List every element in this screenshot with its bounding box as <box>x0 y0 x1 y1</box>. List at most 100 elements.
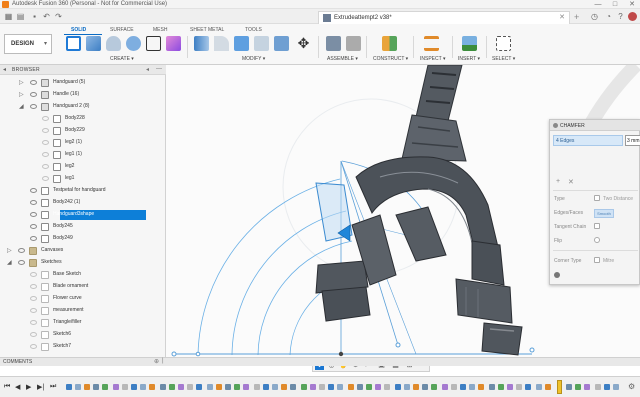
timeline-feature-icon[interactable] <box>604 384 610 390</box>
timeline-feature-icon[interactable] <box>93 384 99 390</box>
timeline-feature-icon[interactable] <box>66 384 72 390</box>
visibility-eye-icon[interactable] <box>30 92 37 97</box>
timeline-feature-icon[interactable] <box>595 384 601 390</box>
browser-pin-icon[interactable]: — <box>156 66 162 72</box>
visibility-eye-icon[interactable] <box>42 152 49 157</box>
timeline-feature-icon[interactable] <box>422 384 428 390</box>
close-tab-icon[interactable]: ✕ <box>559 13 565 21</box>
collapsed-caret-icon[interactable]: ▷ <box>19 79 24 86</box>
visibility-eye-icon[interactable] <box>30 284 37 289</box>
step-back-icon[interactable]: ◀ <box>15 383 20 391</box>
timeline-feature-icon[interactable] <box>84 384 90 390</box>
visibility-eye-icon[interactable] <box>30 212 37 217</box>
assemble-menu[interactable]: ASSEMBLE ▾ <box>327 56 358 62</box>
corner-type-value[interactable]: Mitre <box>603 258 614 264</box>
tree-row[interactable]: Triangle/filler <box>0 317 166 329</box>
tree-row[interactable]: ▷ Handguard (5) <box>0 77 166 89</box>
tree-row[interactable]: Body245 <box>0 221 166 233</box>
visibility-eye-icon[interactable] <box>30 104 37 109</box>
create-menu[interactable]: CREATE ▾ <box>110 56 134 62</box>
expanded-caret-icon[interactable]: ◢ <box>7 259 12 266</box>
timeline-feature-icon[interactable] <box>489 384 495 390</box>
visibility-eye-icon[interactable] <box>42 176 49 181</box>
timeline-feature-icon[interactable] <box>263 384 269 390</box>
timeline-feature-icon[interactable] <box>169 384 175 390</box>
timeline-feature-icon[interactable] <box>451 384 457 390</box>
tree-row[interactable]: leg2 <box>0 161 166 173</box>
timeline-feature-icon[interactable] <box>584 384 590 390</box>
timeline-feature-icon[interactable] <box>328 384 334 390</box>
timeline-feature-icon[interactable] <box>566 384 572 390</box>
timeline-feature-icon[interactable] <box>442 384 448 390</box>
timeline-feature-icon[interactable] <box>525 384 531 390</box>
tab-mesh[interactable]: MESH <box>153 27 167 33</box>
timeline-feature-icon[interactable] <box>160 384 166 390</box>
timeline-feature-icon[interactable] <box>366 384 372 390</box>
timeline-feature-icon[interactable] <box>187 384 193 390</box>
timeline-feature-icon[interactable] <box>122 384 128 390</box>
tree-row[interactable]: Body228 <box>0 113 166 125</box>
file-menu-icon[interactable]: ▤ <box>16 12 25 21</box>
timeline-feature-icon[interactable] <box>413 384 419 390</box>
select-icon[interactable] <box>496 36 511 51</box>
visibility-eye-icon[interactable] <box>30 236 37 241</box>
remove-edge-icon[interactable]: ✕ <box>568 178 574 186</box>
timeline-feature-icon[interactable] <box>140 384 146 390</box>
timeline-feature-icon[interactable] <box>149 384 155 390</box>
timeline-feature-icon[interactable] <box>357 384 363 390</box>
timeline-feature-icon[interactable] <box>178 384 184 390</box>
tree-row[interactable]: ▷ Handle (16) <box>0 89 166 101</box>
edges-faces-toggle[interactable]: Smooth <box>594 209 614 218</box>
hole-icon[interactable] <box>126 36 141 51</box>
type-icon[interactable] <box>594 195 600 201</box>
collapsed-caret-icon[interactable]: ▷ <box>19 91 24 98</box>
inspect-menu[interactable]: INSPECT ▾ <box>420 56 445 62</box>
tree-row[interactable]: Sketch7 <box>0 341 166 353</box>
tangent-chain-checkbox[interactable] <box>594 223 600 229</box>
tab-tools[interactable]: TOOLS <box>245 27 262 33</box>
timeline-feature-icon[interactable] <box>337 384 343 390</box>
timeline-feature-icon[interactable] <box>384 384 390 390</box>
undo-icon[interactable]: ↶ <box>42 12 51 21</box>
visibility-eye-icon[interactable] <box>18 248 25 253</box>
document-tab[interactable]: Extrudeattempt2 v38* ✕ <box>318 11 570 24</box>
redo-icon[interactable]: ↷ <box>54 12 63 21</box>
add-edge-icon[interactable]: + <box>556 178 560 185</box>
insert-menu[interactable]: INSERT ▾ <box>458 56 480 62</box>
go-to-start-icon[interactable]: ⏮ <box>4 383 10 391</box>
add-comment-icon[interactable]: ⊕ <box>154 358 159 365</box>
timeline-feature-icon[interactable] <box>207 384 213 390</box>
chamfer-header[interactable]: CHAMFER <box>550 120 640 131</box>
tree-row[interactable]: Handguard3shape <box>0 209 166 221</box>
flip-icon[interactable] <box>594 237 600 243</box>
select-menu[interactable]: SELECT ▾ <box>492 56 515 62</box>
timeline-feature-icon[interactable] <box>404 384 410 390</box>
collapse-browser-icon[interactable]: ◂ <box>3 66 6 73</box>
timeline-feature-icon[interactable] <box>281 384 287 390</box>
expanded-caret-icon[interactable]: ◢ <box>19 103 24 110</box>
play-icon[interactable]: ▶ <box>26 383 31 391</box>
tab-surface[interactable]: SURFACE <box>110 27 134 33</box>
combine-icon[interactable] <box>274 36 289 51</box>
timeline-feature-icon[interactable] <box>375 384 381 390</box>
visibility-eye-icon[interactable] <box>18 260 25 265</box>
timeline-feature-icon[interactable] <box>290 384 296 390</box>
timeline-feature-icon[interactable] <box>498 384 504 390</box>
visibility-eye-icon[interactable] <box>30 332 37 337</box>
visibility-eye-icon[interactable] <box>42 140 49 145</box>
info-icon[interactable] <box>554 272 560 278</box>
collapsed-caret-icon[interactable]: ▷ <box>7 247 12 254</box>
tree-row[interactable]: Base Sketch <box>0 269 166 281</box>
timeline-feature-icon[interactable] <box>234 384 240 390</box>
new-component-icon[interactable] <box>326 36 341 51</box>
timeline-feature-icon[interactable] <box>243 384 249 390</box>
shell-icon[interactable] <box>234 36 249 51</box>
joint-icon[interactable] <box>346 36 361 51</box>
timeline-feature-icon[interactable] <box>113 384 119 390</box>
timeline-feature-icon[interactable] <box>272 384 278 390</box>
workspace-switcher[interactable]: DESIGN ▾ <box>4 34 52 54</box>
tree-row[interactable]: measurement <box>0 305 166 317</box>
maximize-button[interactable]: □ <box>607 0 623 9</box>
move-icon[interactable]: ✥ <box>296 36 311 51</box>
tree-row[interactable]: Body242 (1) <box>0 197 166 209</box>
